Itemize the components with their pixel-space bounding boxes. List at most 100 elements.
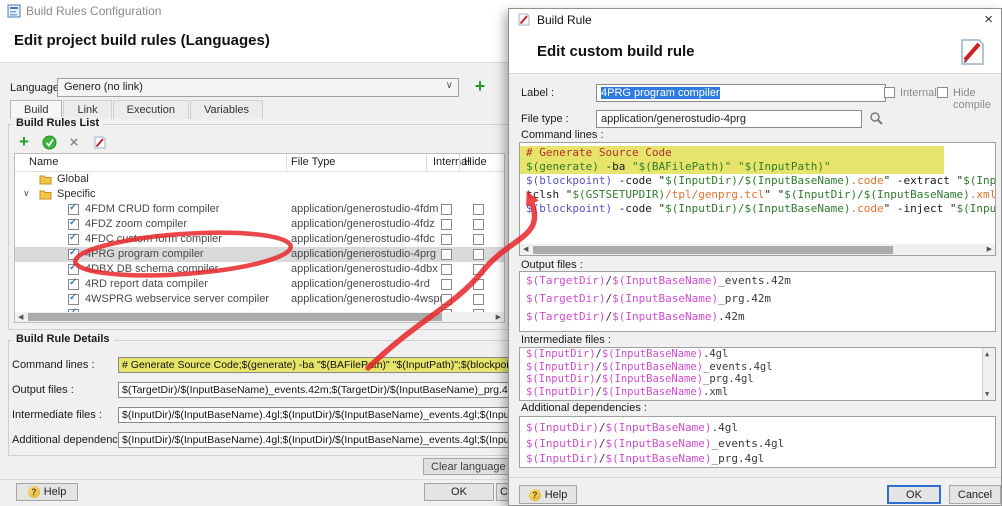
table-row[interactable]: 4FDM CRUD form compiler application/gene… (15, 202, 504, 217)
build-rule-dialog: Build Rule × Edit custom build rule Labe… (508, 8, 1002, 506)
output-files-box[interactable]: $(TargetDir)/$(InputBaseName)_events.42m… (519, 271, 996, 332)
build-rule-details-label: Build Rule Details (12, 333, 114, 345)
table-row[interactable]: 4FDZ zoom compiler application/generostu… (15, 217, 504, 232)
rule-enabled-checkbox[interactable] (68, 217, 79, 230)
table-hscrollbar[interactable]: ◀ ▶ (15, 312, 504, 322)
hide-checkbox[interactable] (473, 264, 484, 275)
table-row[interactable]: 4PRG program compiler application/genero… (15, 247, 504, 262)
internal-checkbox[interactable] (441, 294, 452, 305)
internal-checkbox-label: Internal (900, 87, 937, 99)
folder-icon (39, 174, 52, 188)
hide-checkbox[interactable] (473, 249, 484, 260)
chevron-down-icon[interactable]: ∨ (23, 188, 30, 199)
build-rules-configuration-window: Build Rules Configuration Edit project b… (0, 0, 1002, 506)
build-rules-table[interactable]: Name File Type Internal Hide Global ∨ Sp… (14, 153, 505, 323)
add-rule-icon[interactable]: + (16, 132, 32, 151)
rules-toolbar: + × (16, 132, 107, 151)
tab-variables[interactable]: Variables (189, 100, 264, 119)
additional-dependencies-box[interactable]: $(InputDir)/$(InputBaseName).4gl $(InputD… (519, 416, 996, 468)
help-icon: ? (528, 488, 541, 501)
internal-checkbox[interactable] (441, 249, 452, 260)
additional-dependencies-label: Additional dependencies : (521, 402, 647, 414)
selected-text: 4PRG program compiler (601, 87, 720, 99)
detail-field: Intermediate files : $(InputDir)/$(Input… (0, 407, 552, 427)
command-lines-editor[interactable]: # Generate Source Code $(generate) -ba "$… (519, 142, 996, 256)
chevron-down-icon: ∨ (445, 80, 453, 91)
dialog-cancel-button[interactable]: Cancel (949, 485, 1001, 504)
table-row[interactable]: 4RD report data compiler application/gen… (15, 277, 504, 292)
internal-checkbox[interactable] (441, 264, 452, 275)
detail-field-label: Command lines : (12, 359, 95, 371)
language-value: Genero (no link) (64, 81, 143, 93)
intermediate-vscrollbar[interactable]: ▲ ▼ (982, 348, 995, 400)
close-icon[interactable]: × (984, 11, 993, 28)
language-select[interactable]: Genero (no link) ∨ (57, 78, 459, 97)
add-language-button[interactable]: + (471, 77, 489, 96)
scroll-right-icon[interactable]: ▶ (496, 313, 501, 321)
rule-file-type: application/generostudio-4rd (291, 278, 430, 290)
detail-field-value[interactable]: # Generate Source Code;$(generate) -ba "… (118, 357, 548, 373)
intermediate-files-box[interactable]: ▲ ▼ $(InputDir)/$(InputBaseName).4gl $(In… (519, 347, 996, 401)
left-ok-button[interactable]: OK (424, 483, 494, 501)
table-row[interactable]: 4DBX DB schema compiler application/gene… (15, 262, 504, 277)
detail-field-label: Intermediate files : (12, 409, 102, 421)
left-help-button[interactable]: ? Help (16, 483, 78, 501)
table-header: Name File Type Internal Hide (15, 154, 504, 172)
tab-execution[interactable]: Execution (112, 100, 189, 119)
detail-field-value[interactable]: $(InputDir)/$(InputBaseName).4gl;$(Input… (118, 432, 548, 448)
edit-rule-large-icon (955, 36, 987, 71)
internal-checkbox[interactable] (441, 234, 452, 245)
hide-checkbox[interactable] (473, 294, 484, 305)
hide-compile-checkbox[interactable] (937, 87, 948, 98)
scroll-up-icon[interactable]: ▲ (985, 350, 989, 358)
rule-file-type: application/generostudio-4prg (291, 248, 436, 260)
folder-name: Specific (57, 188, 96, 200)
table-row-folder[interactable]: Global (15, 172, 504, 187)
internal-checkbox[interactable] (884, 87, 895, 98)
table-row[interactable]: 4FDC custom form compiler application/ge… (15, 232, 504, 247)
rule-enabled-checkbox[interactable] (68, 277, 79, 290)
folder-name: Global (57, 173, 89, 185)
dialog-help-button[interactable]: ? Help (519, 485, 577, 504)
dialog-heading-band: Edit custom build rule (509, 31, 1001, 74)
detail-field: Output files : $(TargetDir)/$(InputBaseN… (0, 382, 552, 402)
code-hscrollbar[interactable]: ◀ ▶ (520, 244, 995, 255)
edit-rule-icon[interactable] (91, 134, 107, 150)
scroll-left-icon[interactable]: ◀ (18, 313, 23, 321)
rule-name: 4DBX DB schema compiler (85, 263, 219, 275)
scroll-right-icon[interactable]: ▶ (987, 245, 992, 253)
rule-enabled-checkbox[interactable] (68, 262, 79, 275)
delete-rule-icon[interactable]: × (66, 134, 82, 151)
rule-file-type: application/generostudio-4fdm (291, 203, 439, 215)
hide-checkbox[interactable] (473, 279, 484, 290)
detail-field-value[interactable]: $(InputDir)/$(InputBaseName).4gl;$(Input… (118, 407, 548, 423)
label-input[interactable]: 4PRG program compiler (596, 84, 886, 102)
detail-field-value[interactable]: $(TargetDir)/$(InputBaseName)_events.42m… (118, 382, 548, 398)
table-body: Global ∨ Specific 4FDM CRUD form compile… (15, 172, 504, 314)
detail-field-label: Output files : (12, 384, 74, 396)
internal-checkbox[interactable] (441, 204, 452, 215)
hide-checkbox[interactable] (473, 204, 484, 215)
col-file-type: File Type (291, 156, 336, 168)
hide-checkbox[interactable] (473, 234, 484, 245)
detail-field: Additional dependencies : $(InputDir)/$(… (0, 432, 552, 452)
duplicate-rule-icon[interactable] (41, 134, 57, 150)
rule-enabled-checkbox[interactable] (68, 292, 79, 305)
hide-compile-label: Hide compile (953, 87, 991, 111)
internal-checkbox[interactable] (441, 219, 452, 230)
rule-enabled-checkbox[interactable] (68, 247, 79, 260)
intermediate-files-label: Intermediate files : (521, 334, 611, 346)
dialog-ok-button[interactable]: OK (887, 485, 941, 504)
command-lines-label: Command lines : (521, 129, 604, 141)
rule-name: 4FDZ zoom compiler (85, 218, 188, 230)
search-icon[interactable] (869, 111, 883, 128)
table-row[interactable]: 4WSPRG webservice server compiler applic… (15, 292, 504, 307)
table-row-folder[interactable]: ∨ Specific (15, 187, 504, 202)
rule-enabled-checkbox[interactable] (68, 232, 79, 245)
rule-enabled-checkbox[interactable] (68, 202, 79, 215)
internal-checkbox[interactable] (441, 279, 452, 290)
scroll-left-icon[interactable]: ◀ (523, 245, 528, 253)
file-type-input[interactable]: application/generostudio-4prg (596, 110, 862, 128)
hide-checkbox[interactable] (473, 219, 484, 230)
scroll-down-icon[interactable]: ▼ (985, 390, 989, 398)
